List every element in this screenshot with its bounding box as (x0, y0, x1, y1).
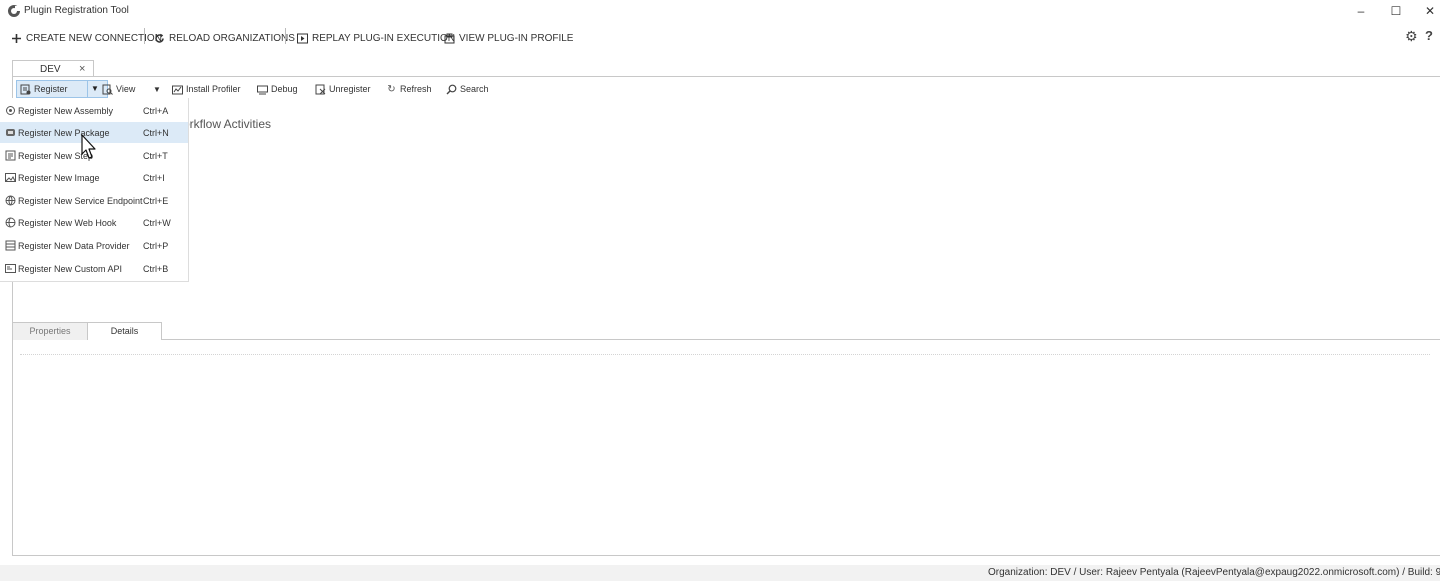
unregister-button[interactable]: Unregister (315, 80, 371, 98)
profiler-icon (172, 84, 183, 95)
menu-item-register-new-data-provider[interactable]: Register New Data Provider Ctrl+P (0, 235, 188, 256)
tab-properties[interactable]: Properties (12, 322, 88, 340)
install-profiler-button[interactable]: Install Profiler (172, 80, 241, 98)
menu-item-shortcut: Ctrl+A (143, 105, 169, 116)
register-label: Register (34, 84, 68, 94)
connection-workspace (12, 76, 1440, 556)
replay-plugin-execution-label: REPLAY PLUG-IN EXECUTION (312, 32, 455, 44)
register-dropdown-divider (87, 81, 88, 97)
refresh-label: Refresh (400, 84, 432, 94)
assembly-icon (5, 105, 16, 116)
register-icon (20, 84, 31, 95)
view-button[interactable]: View (102, 80, 135, 98)
command-separator (144, 28, 145, 44)
menu-item-label: Register New Image (18, 172, 100, 183)
menu-item-label: Register New Custom API (18, 263, 123, 274)
mouse-cursor-icon (81, 134, 96, 159)
search-icon (446, 84, 457, 95)
close-tab-icon[interactable]: × (79, 63, 85, 75)
menu-item-shortcut: Ctrl+B (143, 263, 169, 274)
command-bar: CREATE NEW CONNECTION RELOAD ORGANIZATIO… (0, 26, 1440, 48)
replay-plugin-execution-button[interactable]: REPLAY PLUG-IN EXECUTION (296, 30, 455, 46)
menu-item-shortcut: Ctrl+E (143, 195, 169, 206)
install-profiler-label: Install Profiler (186, 84, 241, 94)
view-chevron-down-icon[interactable]: ▼ (153, 80, 161, 98)
tab-details[interactable]: Details (87, 322, 162, 340)
status-text: Organization: DEV / User: Rajeev Pentyal… (988, 567, 1440, 578)
web-hook-icon (5, 217, 16, 228)
refresh-button[interactable]: ↻ Refresh (386, 80, 432, 98)
reload-organizations-label: RELOAD ORGANIZATIONS (169, 32, 295, 44)
menu-item-shortcut: Ctrl+P (143, 240, 169, 251)
chevron-down-icon[interactable]: ▼ (91, 84, 99, 93)
close-window-button[interactable]: ✕ (1420, 3, 1440, 19)
connection-toolbar: Register ▼ View ▼ Install Profiler Debug… (14, 80, 614, 98)
menu-item-shortcut: Ctrl+N (143, 127, 169, 138)
tree-view-text: orkflow Activities (183, 117, 272, 131)
command-separator (285, 28, 286, 44)
register-button[interactable]: Register ▼ (16, 80, 108, 98)
plus-icon (10, 32, 22, 44)
menu-item-register-new-assembly[interactable]: Register New Assembly Ctrl+A (0, 100, 188, 121)
package-icon (5, 127, 16, 138)
gear-icon[interactable]: ⚙ (1405, 29, 1419, 43)
menu-item-shortcut: Ctrl+I (143, 172, 165, 183)
menu-item-register-new-web-hook[interactable]: Register New Web Hook Ctrl+W (0, 212, 188, 233)
image-icon (5, 172, 16, 183)
search-label: Search (460, 84, 489, 94)
menu-item-label: Register New Data Provider (18, 240, 130, 251)
app-logo-icon (8, 5, 20, 17)
menu-item-shortcut: Ctrl+W (143, 217, 171, 228)
create-new-connection-label: CREATE NEW CONNECTION (26, 32, 162, 44)
view-icon (102, 84, 113, 95)
menu-item-register-new-service-endpoint[interactable]: Register New Service Endpoint Ctrl+E (0, 190, 188, 211)
debug-button[interactable]: Debug (257, 80, 298, 98)
play-icon (296, 32, 308, 44)
unregister-label: Unregister (329, 84, 371, 94)
menu-item-register-new-image[interactable]: Register New Image Ctrl+I (0, 167, 188, 188)
status-bar: Organization: DEV / User: Rajeev Pentyal… (0, 565, 1440, 581)
menu-item-label: Register New Web Hook (18, 217, 117, 228)
profile-icon (443, 32, 455, 44)
step-icon (5, 150, 16, 161)
refresh-icon (153, 32, 165, 44)
detail-tab-strip: Properties Details (12, 322, 1440, 340)
details-grid-placeholder (20, 354, 1430, 355)
reload-organizations-button[interactable]: RELOAD ORGANIZATIONS (153, 30, 295, 46)
view-plugin-profile-button[interactable]: VIEW PLUG-IN PROFILE (443, 30, 573, 46)
menu-item-label: Register New Service Endpoint (18, 195, 143, 206)
view-label: View (116, 84, 136, 94)
tab-dev-label: DEV (40, 64, 61, 75)
create-new-connection-button[interactable]: CREATE NEW CONNECTION (10, 30, 162, 46)
menu-item-label: Register New Assembly (18, 105, 114, 116)
menu-item-shortcut: Ctrl+T (143, 150, 168, 161)
title-bar: Plugin Registration Tool – ☐ ✕ (0, 0, 1440, 22)
register-dropdown-menu: Register New Assembly Ctrl+A Register Ne… (0, 98, 189, 282)
service-endpoint-icon (5, 195, 16, 206)
unregister-icon (315, 84, 326, 95)
refresh-icon: ↻ (387, 83, 396, 95)
debug-label: Debug (271, 84, 298, 94)
maximize-button[interactable]: ☐ (1386, 3, 1406, 19)
custom-api-icon (5, 263, 16, 274)
help-icon[interactable]: ? (1425, 28, 1433, 43)
window-title: Plugin Registration Tool (24, 5, 129, 16)
data-provider-icon (5, 240, 16, 251)
menu-item-register-new-custom-api[interactable]: Register New Custom API Ctrl+B (0, 258, 188, 279)
search-button[interactable]: Search (446, 80, 489, 98)
view-plugin-profile-label: VIEW PLUG-IN PROFILE (459, 32, 574, 44)
debug-icon (257, 84, 268, 95)
minimize-button[interactable]: – (1351, 3, 1371, 19)
